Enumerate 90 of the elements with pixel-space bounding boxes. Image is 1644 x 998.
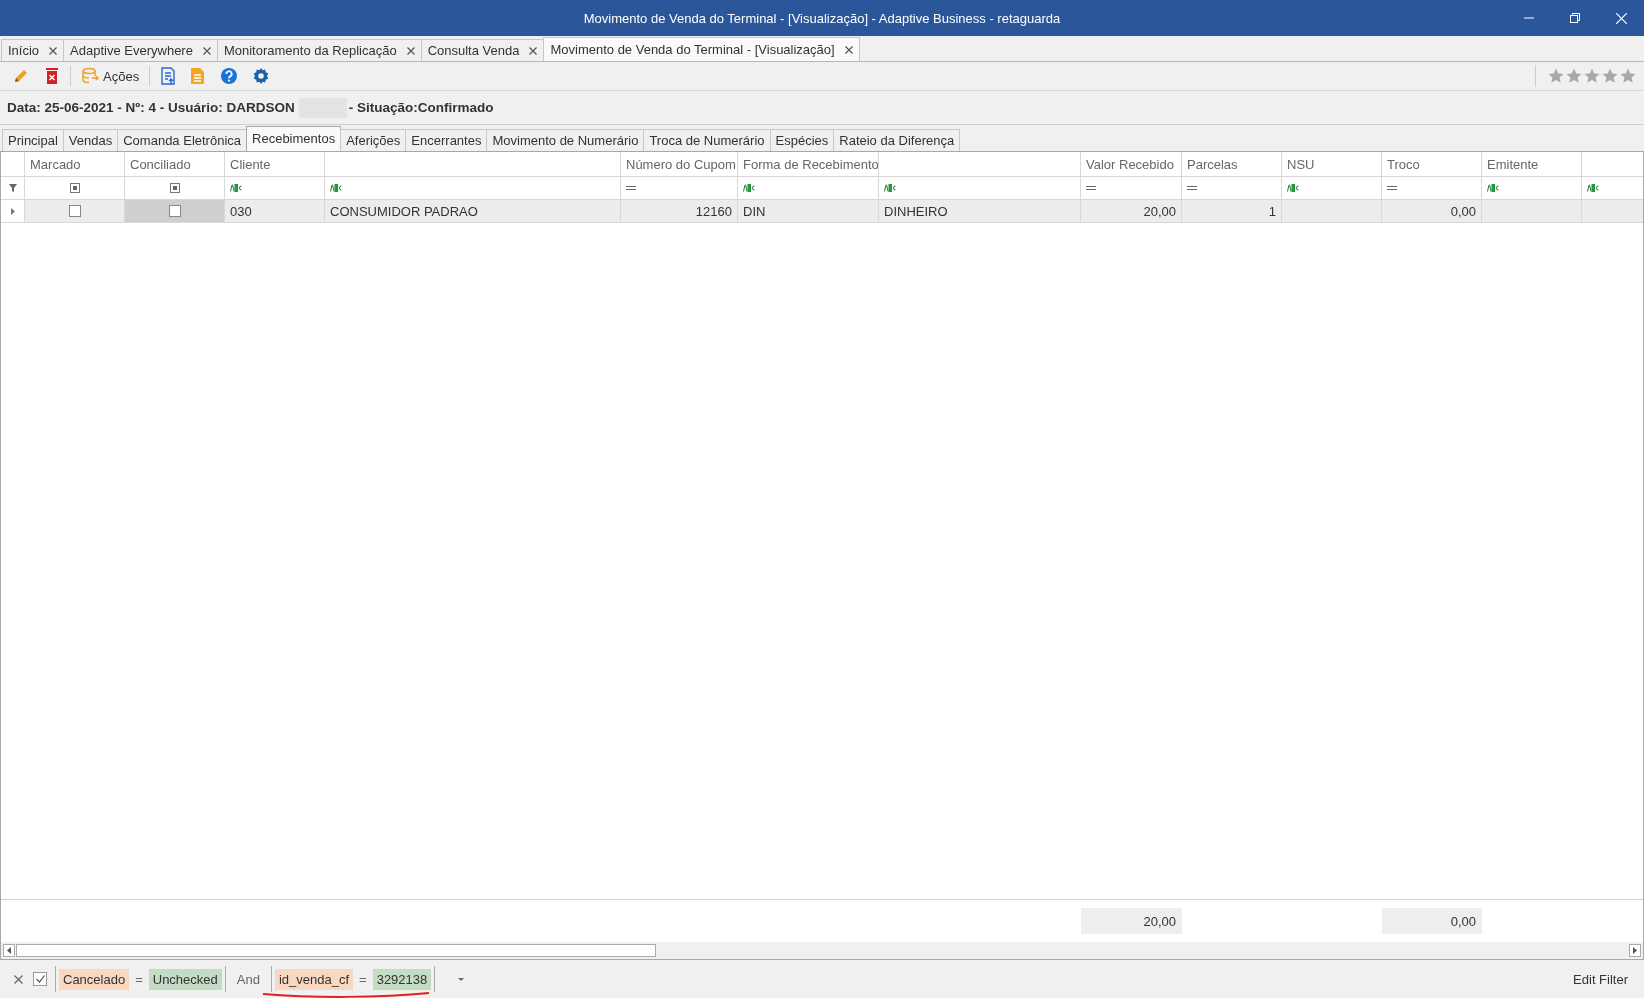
text-filter-icon[interactable]: [884, 184, 896, 192]
table-cell: 030: [225, 200, 325, 222]
text-filter-icon[interactable]: [1587, 184, 1599, 192]
equals-icon[interactable]: [1086, 185, 1096, 191]
document-arrow-icon: [160, 67, 177, 85]
section-tab[interactable]: Principal: [2, 129, 64, 151]
actions-button[interactable]: Ações: [75, 64, 146, 88]
scrollbar-thumb[interactable]: [16, 944, 656, 957]
text-filter-icon[interactable]: [330, 184, 342, 192]
help-icon: [220, 67, 239, 85]
filter-field[interactable]: Cancelado: [59, 968, 130, 990]
column-header[interactable]: Forma de Recebimento: [738, 152, 879, 176]
database-icon: [81, 67, 99, 85]
section-tab[interactable]: Aferições: [340, 129, 407, 151]
document-tab[interactable]: Monitoramento da Replicação: [216, 39, 422, 61]
table-cell: 0,00: [1382, 200, 1482, 222]
column-header[interactable]: Parcelas: [1182, 152, 1282, 176]
document-tab[interactable]: Adaptive Everywhere: [63, 39, 218, 61]
filter-operator[interactable]: And: [233, 971, 263, 987]
filter-icon: [8, 184, 17, 192]
text-filter-icon[interactable]: [1287, 184, 1299, 192]
column-header[interactable]: Troco: [1382, 152, 1482, 176]
document-icon: [190, 67, 207, 85]
filter-comparison[interactable]: =: [359, 971, 367, 987]
star-icon: [1566, 68, 1582, 84]
window-title: Movimento de Venda do Terminal - [Visualização] - Adaptive Business - retaguarda: [582, 10, 1062, 26]
column-header[interactable]: Número do Cupom: [621, 152, 738, 176]
column-header[interactable]: Cliente: [225, 152, 325, 176]
table-cell: 20,00: [1081, 200, 1182, 222]
close-tab-icon[interactable]: [202, 46, 211, 55]
filter-condition[interactable]: Cancelado = Unchecked: [55, 966, 226, 992]
left-arrow-icon: [7, 947, 11, 954]
star-icon: [1620, 68, 1636, 84]
settings-icon: [252, 67, 271, 85]
close-tab-icon[interactable]: [49, 46, 58, 55]
check-icon: [35, 975, 45, 983]
filter-enabled-checkbox[interactable]: [33, 972, 47, 986]
checkbox[interactable]: [168, 205, 181, 217]
close-icon: [1615, 12, 1627, 24]
column-header[interactable]: Marcado: [25, 152, 125, 176]
indeterminate-checkbox-icon[interactable]: [169, 183, 180, 193]
caret-icon: [458, 977, 465, 981]
indeterminate-checkbox-icon[interactable]: [69, 183, 80, 193]
filter-value[interactable]: 3292138: [372, 968, 432, 990]
close-tab-icon[interactable]: [529, 46, 538, 55]
document-tab[interactable]: Movimento de Venda do Terminal - [Visualização]: [543, 37, 860, 61]
total-value: 0,00: [1382, 908, 1482, 934]
column-header[interactable]: Conciliado: [125, 152, 225, 176]
status-info: - Situação:Confirmado: [348, 100, 494, 115]
record-info: Data: 25-06-2021 - Nº: 4 - Usuário: DARDSON: [7, 100, 295, 115]
total-value: 20,00: [1081, 908, 1182, 934]
close-tab-icon[interactable]: [844, 45, 853, 54]
equals-icon[interactable]: [626, 185, 636, 191]
trash-icon: [44, 67, 60, 85]
star-icon: [1602, 68, 1618, 84]
filter-comparison[interactable]: =: [135, 971, 143, 987]
filter-condition[interactable]: id_venda_cf = 3292138: [270, 966, 436, 992]
section-tab[interactable]: Recebimentos: [246, 126, 342, 151]
document-tab[interactable]: Início: [1, 39, 65, 61]
section-tab[interactable]: Rateio da Diferença: [833, 129, 961, 151]
text-filter-icon[interactable]: [230, 184, 242, 192]
equals-icon[interactable]: [1187, 185, 1197, 191]
table-cell: DINHEIRO: [879, 200, 1081, 222]
restore-icon: [1570, 13, 1580, 23]
right-arrow-icon: [1633, 947, 1637, 954]
filter-field[interactable]: id_venda_cf: [274, 968, 354, 990]
row-pointer-icon: [10, 207, 15, 215]
table-cell: 12160: [621, 200, 738, 222]
close-icon: [13, 974, 23, 984]
checkbox[interactable]: [68, 205, 81, 217]
star-icon: [1584, 68, 1600, 84]
pencil-icon: [12, 67, 30, 85]
text-filter-icon[interactable]: [743, 184, 755, 192]
table-cell: CONSUMIDOR PADRAO: [325, 200, 621, 222]
star-icon: [1548, 68, 1564, 84]
column-header[interactable]: Emitente: [1482, 152, 1582, 176]
column-header[interactable]: NSU: [1282, 152, 1382, 176]
table-cell: DIN: [738, 200, 879, 222]
column-header[interactable]: Valor Recebido: [1081, 152, 1182, 176]
clear-filter-button[interactable]: [11, 972, 25, 986]
scroll-right-button[interactable]: [1629, 944, 1641, 957]
section-tab[interactable]: Espécies: [769, 129, 835, 151]
filter-value[interactable]: Unchecked: [148, 968, 222, 990]
equals-icon[interactable]: [1387, 185, 1397, 191]
edit-filter-link[interactable]: Edit Filter: [1573, 971, 1644, 987]
table-cell: 1: [1182, 200, 1282, 222]
horizontal-scrollbar[interactable]: [1, 942, 1643, 959]
text-filter-icon[interactable]: [1487, 184, 1499, 192]
scroll-left-button[interactable]: [3, 944, 15, 957]
close-tab-icon[interactable]: [406, 46, 415, 55]
